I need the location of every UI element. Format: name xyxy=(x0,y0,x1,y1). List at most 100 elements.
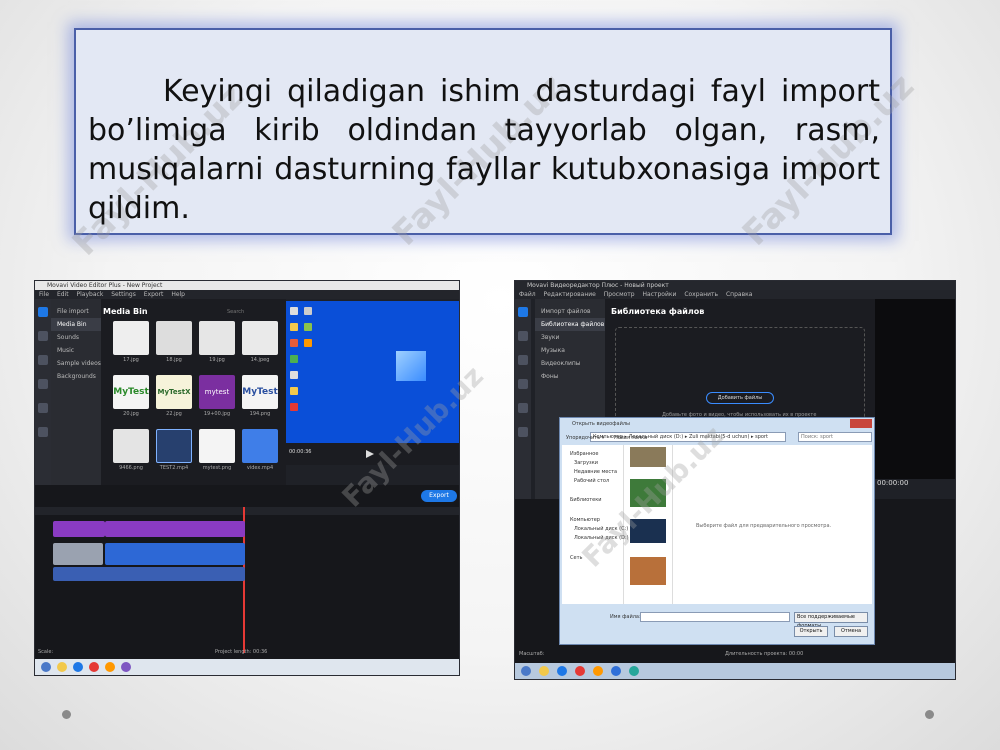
firefox-icon[interactable] xyxy=(593,666,603,676)
category-sounds[interactable]: Sounds xyxy=(51,331,101,344)
bullet-dot xyxy=(925,710,934,719)
title-clip[interactable] xyxy=(53,521,105,537)
filetype-select[interactable]: Все поддерживаемые форматы xyxy=(794,612,868,629)
dialog-title: Открыть видеофайлы xyxy=(572,421,630,427)
cancel-button[interactable]: Отмена xyxy=(834,626,868,637)
window-title: Movavi Video Editor Plus - New Project xyxy=(35,281,459,290)
category-music[interactable]: Music xyxy=(51,344,101,357)
media-thumb[interactable] xyxy=(156,321,192,355)
nav-recent[interactable]: Недавние места xyxy=(574,469,617,475)
app-icon[interactable] xyxy=(121,662,131,672)
titles-icon[interactable] xyxy=(38,379,48,389)
magic-icon[interactable] xyxy=(518,331,528,341)
media-bin-panel: Media Bin Search 17.jpg 18.jpg 19.jpg 14… xyxy=(101,299,286,485)
screenshot-movavi-english: Movavi Video Editor Plus - New Project F… xyxy=(34,280,460,676)
menu-settings[interactable]: Настройки xyxy=(643,291,677,298)
firefox-icon[interactable] xyxy=(105,662,115,672)
app-icon[interactable] xyxy=(629,666,639,676)
menu-settings[interactable]: Settings xyxy=(111,291,136,298)
thumb-label: mytest.png xyxy=(202,465,232,471)
media-thumb[interactable] xyxy=(113,429,149,463)
thumb-label: 20.jpg xyxy=(123,411,139,417)
search-input[interactable]: Search xyxy=(227,309,244,315)
explorer-icon[interactable] xyxy=(539,666,549,676)
menu-edit[interactable]: Edit xyxy=(57,291,69,298)
timeline-ruler xyxy=(35,507,459,515)
category-file-import[interactable]: File import xyxy=(51,305,101,318)
filters-icon[interactable] xyxy=(518,355,528,365)
titles-icon[interactable] xyxy=(518,379,528,389)
media-thumb[interactable] xyxy=(199,321,235,355)
start-icon[interactable] xyxy=(41,662,51,672)
video-clip[interactable] xyxy=(105,543,245,565)
organize-button[interactable]: Упорядочить ▾ xyxy=(566,435,604,441)
nav-desktop[interactable]: Рабочий стол xyxy=(574,478,609,484)
ie-icon[interactable] xyxy=(557,666,567,676)
tool-rail xyxy=(35,299,51,485)
import-icon[interactable] xyxy=(518,307,528,317)
magic-icon[interactable] xyxy=(38,331,48,341)
media-thumb[interactable]: MyTest xyxy=(242,375,278,409)
filters-icon[interactable] xyxy=(38,355,48,365)
thumb-label: 14.jpeg xyxy=(250,357,270,363)
close-icon[interactable] xyxy=(850,419,872,428)
search-input[interactable]: Поиск: sport xyxy=(798,432,872,442)
open-button[interactable]: Открыть xyxy=(794,626,828,637)
nav-libraries[interactable]: Библиотеки xyxy=(570,497,602,503)
media-thumb[interactable] xyxy=(113,321,149,355)
category-music[interactable]: Музыка xyxy=(535,344,605,357)
thumb-label: videx.mp4 xyxy=(246,465,274,471)
nav-computer[interactable]: Компьютер xyxy=(570,517,600,523)
explorer-icon[interactable] xyxy=(57,662,67,672)
tools-icon[interactable] xyxy=(38,427,48,437)
audio-clip[interactable] xyxy=(53,567,245,581)
menu-view[interactable]: Просмотр xyxy=(604,291,635,298)
time-display: 00:00:36 xyxy=(289,449,312,455)
add-files-button[interactable]: Добавить файлы xyxy=(706,392,774,404)
preview-player xyxy=(875,299,955,479)
transitions-icon[interactable] xyxy=(38,403,48,413)
menu-file[interactable]: Файл xyxy=(519,291,536,298)
category-backgrounds[interactable]: Фоны xyxy=(535,370,605,383)
media-thumb[interactable] xyxy=(199,429,235,463)
nav-downloads[interactable]: Загрузки xyxy=(574,460,598,466)
app-icon[interactable] xyxy=(611,666,621,676)
filename-input[interactable] xyxy=(640,612,790,622)
ie-icon[interactable] xyxy=(73,662,83,672)
chrome-icon[interactable] xyxy=(575,666,585,676)
category-sounds[interactable]: Звуки xyxy=(535,331,605,344)
chrome-icon[interactable] xyxy=(89,662,99,672)
desktop-icon xyxy=(290,339,298,347)
menu-file[interactable]: File xyxy=(39,291,49,298)
media-thumb[interactable]: MyTest xyxy=(113,375,149,409)
menu-help[interactable]: Help xyxy=(171,291,185,298)
tools-icon[interactable] xyxy=(518,427,528,437)
panel-title: Библиотека файлов xyxy=(611,307,705,316)
video-clip[interactable] xyxy=(53,543,103,565)
category-library[interactable]: Библиотека файлов xyxy=(535,318,605,331)
category-media-bin[interactable]: Media Bin xyxy=(51,318,101,331)
menu-edit[interactable]: Редактирование xyxy=(544,291,596,298)
import-icon[interactable] xyxy=(38,307,48,317)
start-icon[interactable] xyxy=(521,666,531,676)
menu-help[interactable]: Справка xyxy=(726,291,752,298)
media-thumb[interactable] xyxy=(242,429,278,463)
category-import[interactable]: Импорт файлов xyxy=(535,305,605,318)
tool-rail xyxy=(515,299,531,499)
transitions-icon[interactable] xyxy=(518,403,528,413)
category-videoclips[interactable]: Видеоклипы xyxy=(535,357,605,370)
media-thumb[interactable]: mytest xyxy=(199,375,235,409)
file-thumb[interactable] xyxy=(630,557,666,585)
export-button[interactable]: Export xyxy=(421,490,457,502)
category-backgrounds[interactable]: Backgrounds xyxy=(51,370,101,383)
media-thumb[interactable] xyxy=(156,429,192,463)
media-thumb[interactable]: MyTestX xyxy=(156,375,192,409)
title-clip[interactable] xyxy=(105,521,245,537)
menu-playback[interactable]: Playback xyxy=(77,291,104,298)
category-sample-videos[interactable]: Sample videos xyxy=(51,357,101,370)
menu-export[interactable]: Export xyxy=(144,291,164,298)
media-thumb[interactable] xyxy=(242,321,278,355)
new-folder-button[interactable]: Новая папка xyxy=(614,435,647,441)
menu-save[interactable]: Сохранить xyxy=(684,291,718,298)
nav-favorites[interactable]: Избранное xyxy=(570,451,598,457)
